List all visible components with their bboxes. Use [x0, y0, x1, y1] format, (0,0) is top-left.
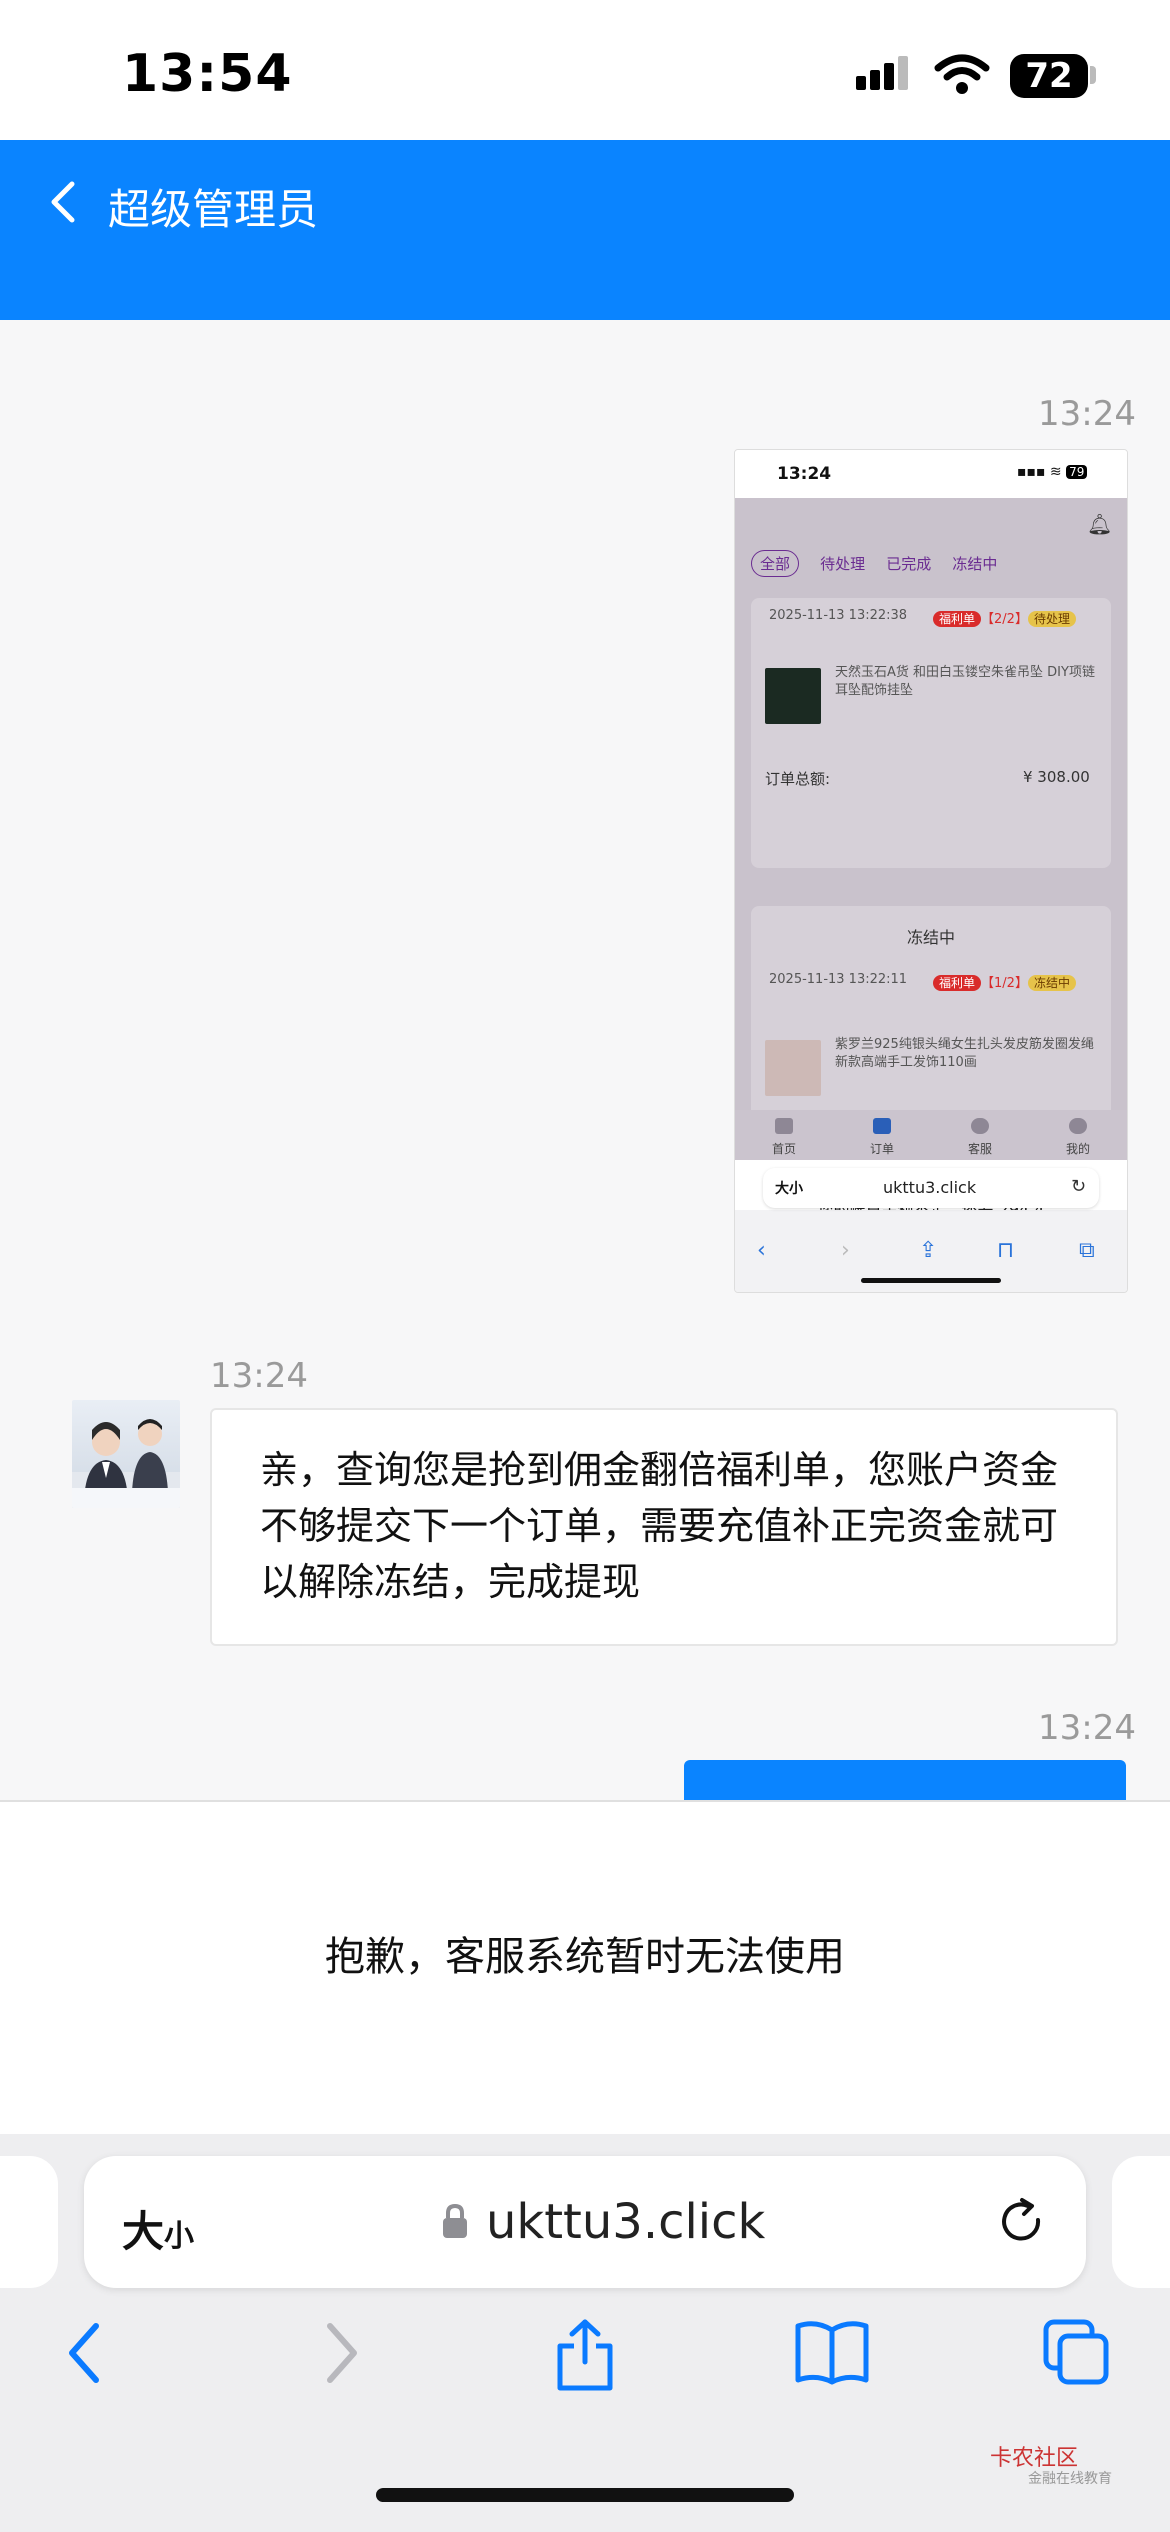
message-time: 13:24	[1038, 394, 1136, 434]
back-icon[interactable]	[60, 2318, 110, 2388]
order-date: 2025-11-13 13:22:38	[769, 608, 908, 623]
shot-tabs-icon: ⧉	[1079, 1238, 1095, 1263]
profile-icon	[1069, 1118, 1087, 1134]
shot-bottom-nav: 首页 订单 客服 我的	[735, 1110, 1127, 1160]
shot-battery: ▪▪▪ ≋ 79	[1017, 464, 1088, 480]
previous-tab-peek[interactable]	[0, 2156, 58, 2288]
shot-safari-toolbar: ‹ › ⇪ ⊓ ⧉	[735, 1210, 1127, 1292]
shot-signal-icon: ▪▪▪ ≋	[1017, 464, 1067, 480]
product-thumbnail	[765, 1040, 821, 1096]
order-status: 待处理	[1027, 611, 1076, 627]
shot-status-bar: 13:24 ▪▪▪ ≋ 79	[735, 450, 1127, 498]
order-tags: 福利单 【1/2】 冻结中	[933, 972, 1076, 991]
shot-back-icon: ‹	[757, 1238, 766, 1263]
shot-tabs: 全部 待处理 已完成 冻结中	[751, 550, 1013, 577]
bookmarks-icon[interactable]	[794, 2318, 870, 2386]
shot-url: ukttu3.click	[883, 1178, 977, 1197]
shot-order-card: 2025-11-13 13:22:38 福利单 【2/2】 待处理 天然玉石A货 和…	[751, 598, 1111, 868]
order-total-value: ¥ 308.00	[1023, 768, 1090, 786]
shot-bookmarks-icon: ⊓	[997, 1238, 1015, 1263]
tabs-icon[interactable]	[1042, 2318, 1112, 2388]
service-unavailable-panel: 抱歉，客服系统暂时无法使用	[0, 1800, 1170, 2136]
shot-url-bar: 大小 ukttu3.click ↻	[763, 1168, 1099, 1208]
shot-text-size: 大小	[775, 1181, 803, 1197]
watermark-subtitle: 金融在线教育	[1028, 2471, 1112, 2487]
message-image[interactable]: 13:24 ▪▪▪ ≋ 79 🔔︎ 全部 待处理 已完成 冻结中 2025-11…	[734, 449, 1128, 1293]
agent-avatar	[72, 1400, 180, 1508]
order-status: 冻结中	[1027, 975, 1076, 991]
battery-icon: 72	[1010, 54, 1088, 98]
agent-message-bubble: 亲，查询您是抢到佣金翻倍福利单，您账户资金不够提交下一个订单，需要充值补正完资金…	[210, 1408, 1118, 1646]
shot-forward-icon: ›	[841, 1238, 850, 1263]
home-indicator	[376, 2488, 794, 2502]
back-chevron-icon[interactable]	[36, 172, 96, 232]
message-time: 13:24	[210, 1356, 308, 1396]
service-unavailable-text: 抱歉，客服系统暂时无法使用	[325, 1934, 845, 1980]
text-size-button[interactable]: 大小	[122, 2198, 194, 2259]
text-size-large: 大	[122, 2207, 165, 2256]
status-time: 13:54	[122, 44, 293, 104]
shot-tab-frozen: 冻结中	[952, 555, 998, 573]
chat-title: 超级管理员	[108, 185, 319, 234]
shot-reload-icon: ↻	[1071, 1176, 1087, 1197]
nav-me: 我的	[1065, 1142, 1090, 1156]
wifi-icon	[934, 54, 990, 94]
shot-home-indicator	[861, 1278, 1001, 1283]
nav-home: 首页	[771, 1142, 796, 1156]
lock-icon	[443, 2203, 467, 2238]
order-tags: 福利单 【2/2】 待处理	[933, 608, 1076, 627]
product-title: 天然玉石A货 和田白玉镂空朱雀吊坠 DIY项链耳坠配饰挂坠	[835, 665, 1095, 698]
nav-service: 客服	[967, 1142, 992, 1156]
bell-icon: 🔔︎	[1087, 512, 1113, 536]
agent-message-text: 亲，查询您是抢到佣金翻倍福利单，您账户资金不够提交下一个订单，需要充值补正完资金…	[260, 1448, 1059, 1604]
order-total-label: 订单总额:	[765, 770, 831, 788]
order-date: 2025-11-13 13:22:11	[769, 972, 908, 987]
shot-share-icon: ⇪	[919, 1238, 938, 1263]
frozen-section-title: 冻结中	[906, 928, 955, 947]
user-message-bubble	[684, 1760, 1126, 1802]
status-bar: 13:54 72	[0, 0, 1170, 140]
product-title: 紫罗兰925纯银头绳女生扎头发皮筋发圈发绳新款高端手工发饰110画	[835, 1037, 1094, 1070]
order-icon	[873, 1118, 891, 1134]
order-tag: 福利单	[933, 611, 982, 627]
product-thumbnail	[765, 668, 821, 724]
cellular-signal-icon	[856, 56, 908, 90]
message-time: 13:24	[1038, 1708, 1136, 1748]
shot-tab-all: 全部	[751, 550, 800, 577]
next-tab-peek[interactable]	[1112, 2156, 1170, 2288]
address-bar[interactable]: 大小 ukttu3.click	[84, 2156, 1086, 2288]
nav-orders: 订单	[869, 1142, 894, 1156]
shot-frozen-card: 冻结中 2025-11-13 13:22:11 福利单 【1/2】 冻结中 紫罗兰9…	[751, 906, 1111, 1136]
reload-icon[interactable]	[994, 2194, 1050, 2250]
shot-time: 13:24	[777, 464, 832, 484]
agent-avatar-image	[72, 1419, 180, 1508]
shot-tab-pending: 待处理	[820, 555, 866, 573]
forward-icon[interactable]	[316, 2318, 366, 2388]
order-count: 【2/2】	[981, 612, 1028, 627]
home-icon	[775, 1118, 793, 1134]
share-icon[interactable]	[550, 2318, 620, 2392]
text-size-small: 小	[164, 2219, 195, 2254]
service-icon	[971, 1118, 989, 1134]
url-text[interactable]: ukttu3.click	[486, 2194, 765, 2250]
order-count: 【1/2】	[981, 976, 1028, 991]
order-tag: 福利单	[933, 975, 982, 991]
shot-tab-done: 已完成	[886, 555, 932, 573]
battery-tip	[1090, 66, 1096, 84]
